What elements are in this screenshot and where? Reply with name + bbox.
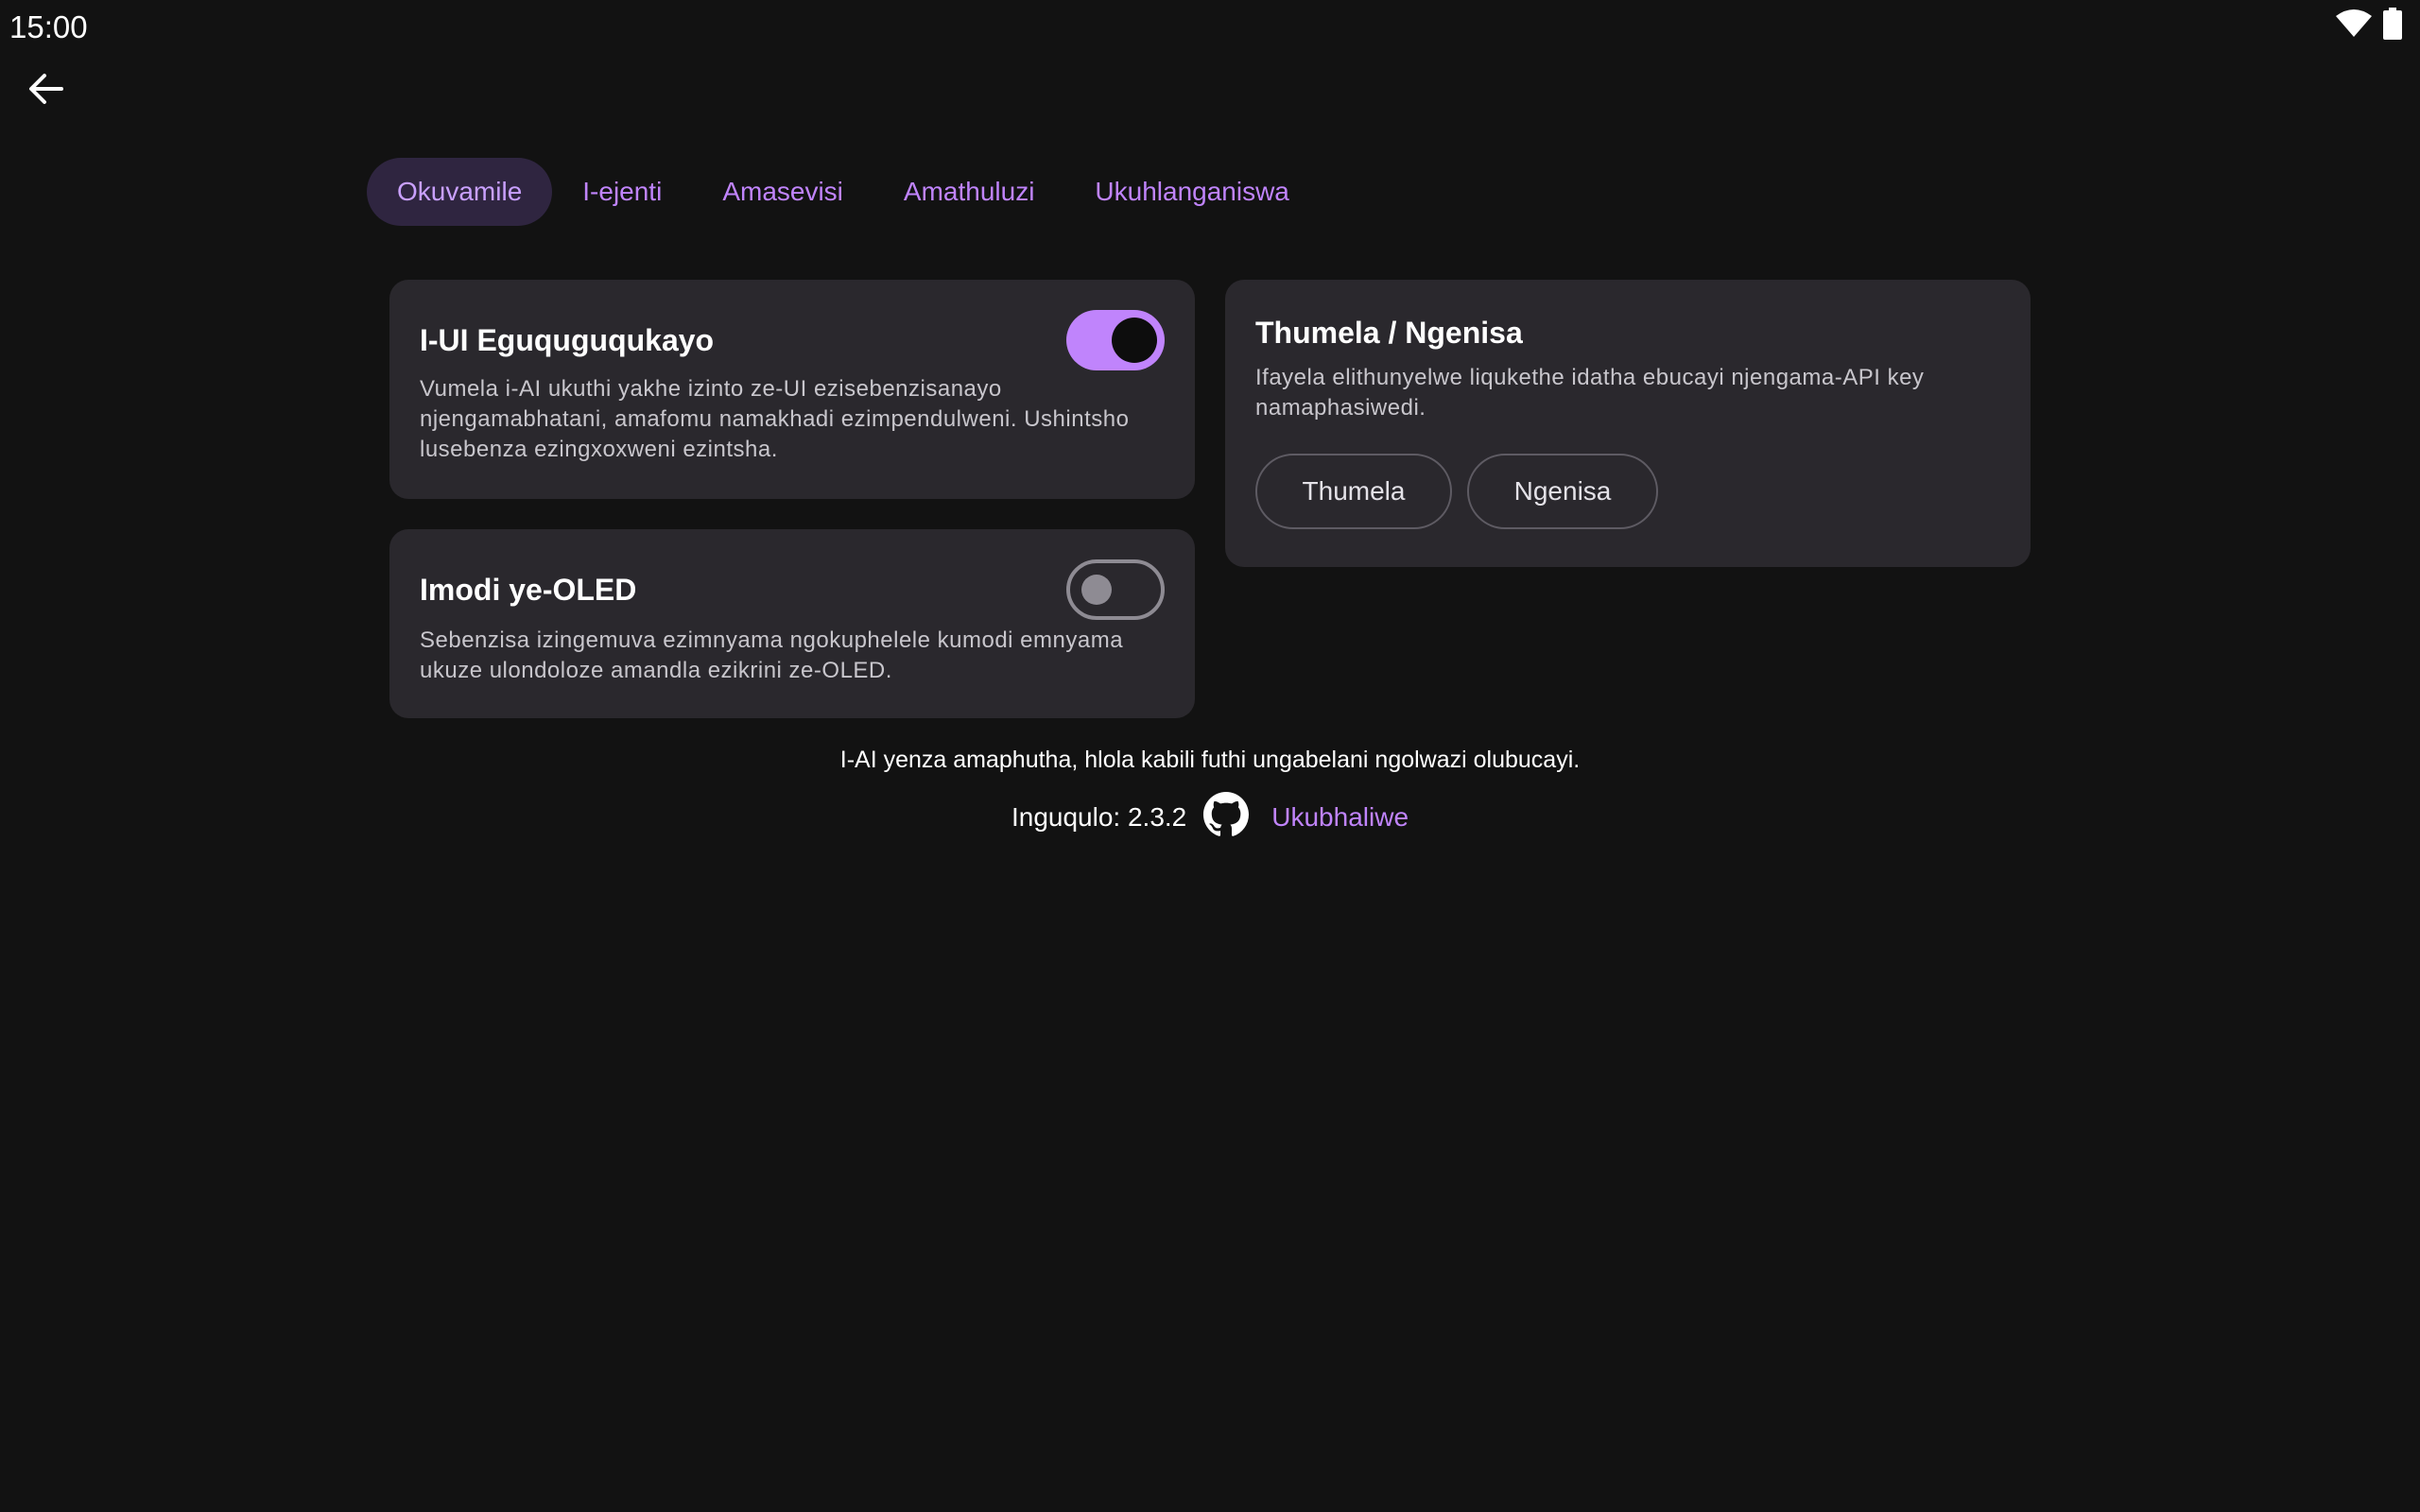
tab-agent[interactable]: I-ejenti <box>552 158 692 226</box>
export-button[interactable]: Thumela <box>1255 454 1452 529</box>
source-code-link[interactable]: Ukubhaliwe <box>1271 802 1409 833</box>
wifi-icon <box>2335 9 2373 43</box>
arrow-left-icon <box>27 73 63 110</box>
tab-services[interactable]: Amasevisi <box>692 158 873 226</box>
adaptive-ui-title: I-UI Eguquguqukayo <box>420 323 715 357</box>
export-import-card: Thumela / Ngenisa Ifayela elithunyelwe l… <box>1225 280 2031 567</box>
status-bar: 15:00 <box>0 0 2420 57</box>
tab-bar: Okuvamile I-ejenti Amasevisi Amathuluzi … <box>367 158 1320 226</box>
back-button[interactable] <box>23 68 68 113</box>
switch-knob <box>1081 575 1112 605</box>
adaptive-ui-description: Vumela i-AI ukuthi yakhe izinto ze-UI ez… <box>420 376 1130 462</box>
import-button[interactable]: Ngenisa <box>1467 454 1658 529</box>
tab-tools[interactable]: Amathuluzi <box>873 158 1065 226</box>
version-label: Inguqulo: 2.3.2 <box>1011 801 1187 832</box>
battery-icon <box>2382 8 2403 44</box>
oled-mode-switch[interactable] <box>1066 559 1165 620</box>
tab-general[interactable]: Okuvamile <box>367 158 553 226</box>
status-clock: 15:00 <box>9 9 88 44</box>
oled-mode-card: Imodi ye-OLED Sebenzisa izingemuva ezimn… <box>389 529 1195 718</box>
export-import-title: Thumela / Ngenisa <box>1255 316 1523 350</box>
export-import-description: Ifayela elithunyelwe liqukethe idatha eb… <box>1255 365 1925 421</box>
adaptive-ui-switch[interactable] <box>1066 310 1165 370</box>
oled-mode-title: Imodi ye-OLED <box>420 573 637 607</box>
oled-mode-description: Sebenzisa izingemuva ezimnyama ngokuphel… <box>420 627 1124 683</box>
tab-integrations[interactable]: Ukuhlanganiswa <box>1064 158 1319 226</box>
adaptive-ui-card: I-UI Eguquguqukayo Vumela i-AI ukuthi ya… <box>389 280 1195 499</box>
version-row: Inguqulo: 2.3.2 Ukubhaliwe <box>0 792 2420 842</box>
github-icon[interactable] <box>1203 792 1250 842</box>
status-icons <box>2335 8 2403 44</box>
switch-knob <box>1112 318 1157 363</box>
ai-disclaimer: I-AI yenza amaphutha, hlola kabili futhi… <box>839 747 1581 773</box>
